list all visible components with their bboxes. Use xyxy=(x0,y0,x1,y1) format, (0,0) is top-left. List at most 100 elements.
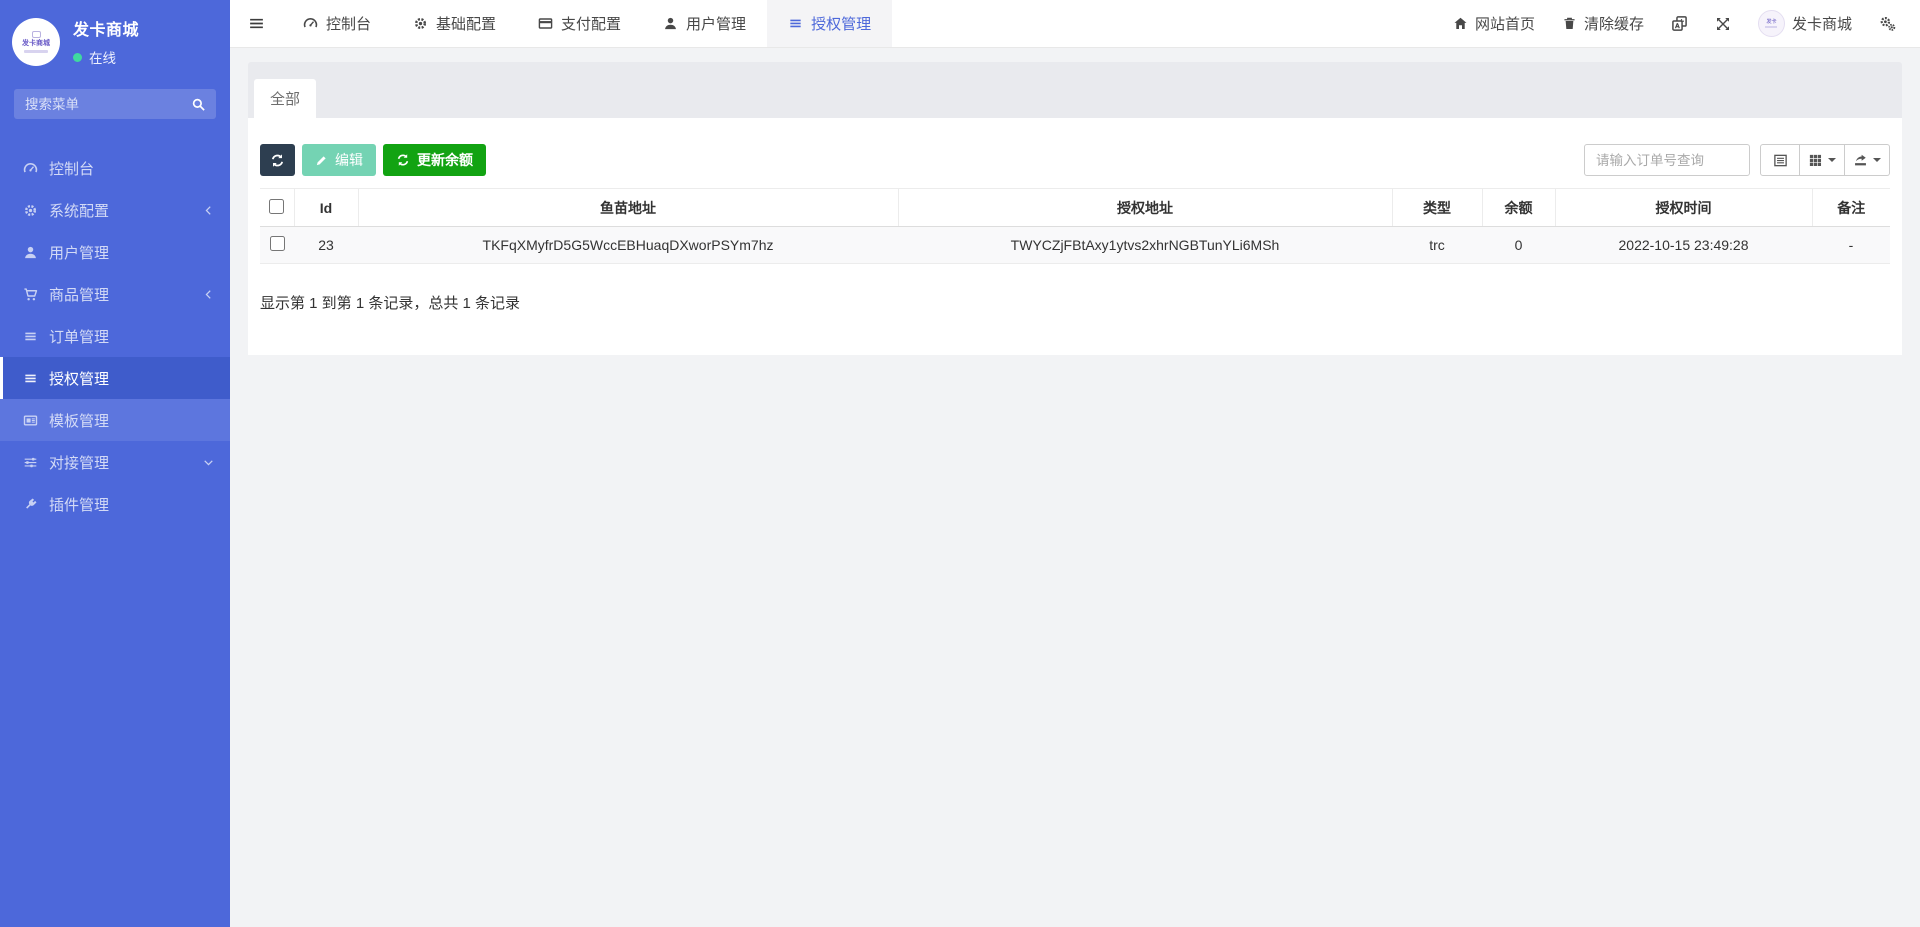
table-header-row: Id 鱼苗地址 授权地址 类型 余额 授权时间 备注 xyxy=(260,189,1890,227)
tab-label: 授权管理 xyxy=(811,13,871,34)
toolbar-right xyxy=(1584,144,1890,176)
sidebar-menu: 控制台 系统配置 用户管理 商品管理 订单管理 授权管理 模板管理 xyxy=(0,147,230,525)
logo-mark-icon xyxy=(32,31,41,38)
tachometer-icon xyxy=(23,161,38,176)
cell-type: trc xyxy=(1392,227,1482,264)
export-icon xyxy=(1853,153,1868,168)
toolbar: 编辑 更新余额 xyxy=(260,144,1890,176)
sidebar-search-input[interactable] xyxy=(14,89,216,119)
fullscreen-button[interactable] xyxy=(1715,16,1731,32)
credit-card-icon xyxy=(538,16,553,31)
sidebar-item-authorization-management[interactable]: 授权管理 xyxy=(0,357,230,399)
user-avatar: 发卡 xyxy=(1758,10,1785,37)
sidebar-item-order-management[interactable]: 订单管理 xyxy=(0,315,230,357)
chevron-left-icon xyxy=(203,205,214,216)
tab-all[interactable]: 全部 xyxy=(254,79,316,118)
refresh-button[interactable] xyxy=(260,144,295,176)
list-icon xyxy=(23,329,38,344)
username-label: 发卡商城 xyxy=(1792,13,1852,34)
header-auth-address: 授权地址 xyxy=(898,189,1392,227)
online-dot-icon xyxy=(73,53,82,62)
settings-button[interactable] xyxy=(1879,15,1896,32)
tab-label: 基础配置 xyxy=(436,13,496,34)
template-icon xyxy=(23,413,38,428)
hamburger-icon xyxy=(248,15,265,32)
header-auth-time: 授权时间 xyxy=(1555,189,1812,227)
tab-label: 控制台 xyxy=(326,13,371,34)
tab-basic-config[interactable]: 基础配置 xyxy=(392,0,517,47)
page-content: 全部 编辑 更新余额 xyxy=(230,48,1920,927)
gears-icon xyxy=(1879,15,1896,32)
cell-id: 23 xyxy=(294,227,358,264)
table-view-controls xyxy=(1760,144,1890,176)
sidebar-search xyxy=(14,89,216,119)
header-remark: 备注 xyxy=(1812,189,1890,227)
topbar-right: 网站首页 清除缓存 发卡 发卡商城 xyxy=(1453,0,1920,47)
sidebar-item-system-config[interactable]: 系统配置 xyxy=(0,189,230,231)
header-select-all xyxy=(260,189,294,227)
brand-logo[interactable]: 发卡商城 xyxy=(12,18,60,66)
update-balance-label: 更新余额 xyxy=(417,150,473,170)
topbar: 控制台 基础配置 支付配置 用户管理 授权管理 网站首页 清除缓存 xyxy=(230,0,1920,48)
sidebar-item-product-management[interactable]: 商品管理 xyxy=(0,273,230,315)
plugin-icon xyxy=(23,497,38,512)
chevron-left-icon xyxy=(203,289,214,300)
user-icon xyxy=(23,245,38,260)
row-checkbox[interactable] xyxy=(270,236,285,251)
site-home-link[interactable]: 网站首页 xyxy=(1453,13,1535,34)
sidebar-item-template-management[interactable]: 模板管理 xyxy=(0,399,230,441)
content-tabstrip: 全部 xyxy=(248,62,1902,118)
search-icon[interactable] xyxy=(191,97,206,112)
gear-icon xyxy=(23,203,38,218)
sidebar-item-label: 订单管理 xyxy=(49,326,109,347)
tab-authorization-management[interactable]: 授权管理 xyxy=(767,0,892,47)
sidebar-toggle-button[interactable] xyxy=(230,0,282,47)
home-icon xyxy=(1453,16,1468,31)
cell-balance: 0 xyxy=(1482,227,1555,264)
sidebar-item-integration-management[interactable]: 对接管理 xyxy=(0,441,230,483)
cell-auth-address: TWYCZjFBtAxy1ytvs2xhrNGBTunYLi6MSh xyxy=(898,227,1392,264)
caret-down-icon xyxy=(1873,158,1881,162)
sidebar-item-label: 模板管理 xyxy=(49,410,109,431)
sidebar-item-console[interactable]: 控制台 xyxy=(0,147,230,189)
sidebar-item-user-management[interactable]: 用户管理 xyxy=(0,231,230,273)
sidebar-item-label: 对接管理 xyxy=(49,452,109,473)
detail-view-button[interactable] xyxy=(1760,144,1800,176)
update-balance-button[interactable]: 更新余额 xyxy=(383,144,486,176)
order-search-input[interactable] xyxy=(1584,144,1750,176)
tab-payment-config[interactable]: 支付配置 xyxy=(517,0,642,47)
site-home-label: 网站首页 xyxy=(1475,13,1535,34)
clear-cache-button[interactable]: 清除缓存 xyxy=(1562,13,1644,34)
list-icon xyxy=(23,371,38,386)
export-button[interactable] xyxy=(1845,144,1890,176)
columns-grid-icon xyxy=(1808,153,1823,168)
clear-cache-label: 清除缓存 xyxy=(1584,13,1644,34)
cell-remark: - xyxy=(1812,227,1890,264)
tab-user-management[interactable]: 用户管理 xyxy=(642,0,767,47)
user-icon xyxy=(663,16,678,31)
sidebar-item-label: 授权管理 xyxy=(49,368,109,389)
header-fry-address: 鱼苗地址 xyxy=(358,189,898,227)
language-icon xyxy=(1671,15,1688,32)
select-all-checkbox[interactable] xyxy=(269,199,284,214)
detail-view-icon xyxy=(1773,153,1788,168)
user-menu[interactable]: 发卡 发卡商城 xyxy=(1758,10,1852,37)
sidebar-item-plugin-management[interactable]: 插件管理 xyxy=(0,483,230,525)
brand: 发卡商城 发卡商城 在线 xyxy=(0,0,230,87)
caret-down-icon xyxy=(1828,158,1836,162)
logo-text: 发卡商城 xyxy=(22,40,50,48)
edit-button[interactable]: 编辑 xyxy=(302,144,376,176)
table-row: 23 TKFqXMyfrD5G5WccEBHuaqDXworPSYm7hz TW… xyxy=(260,227,1890,264)
sidebar: 发卡商城 发卡商城 在线 控制台 系统配置 用户管理 xyxy=(0,0,230,927)
tab-console[interactable]: 控制台 xyxy=(282,0,392,47)
online-status-label: 在线 xyxy=(89,47,116,67)
authorization-table: Id 鱼苗地址 授权地址 类型 余额 授权时间 备注 23 TKFqXMyfrD… xyxy=(260,188,1890,264)
language-switch-button[interactable] xyxy=(1671,15,1688,32)
chevron-down-icon xyxy=(203,457,214,468)
trash-icon xyxy=(1562,16,1577,31)
tachometer-icon xyxy=(303,16,318,31)
cart-icon xyxy=(23,287,38,302)
columns-button[interactable] xyxy=(1800,144,1845,176)
fullscreen-icon xyxy=(1715,16,1731,32)
header-type: 类型 xyxy=(1392,189,1482,227)
